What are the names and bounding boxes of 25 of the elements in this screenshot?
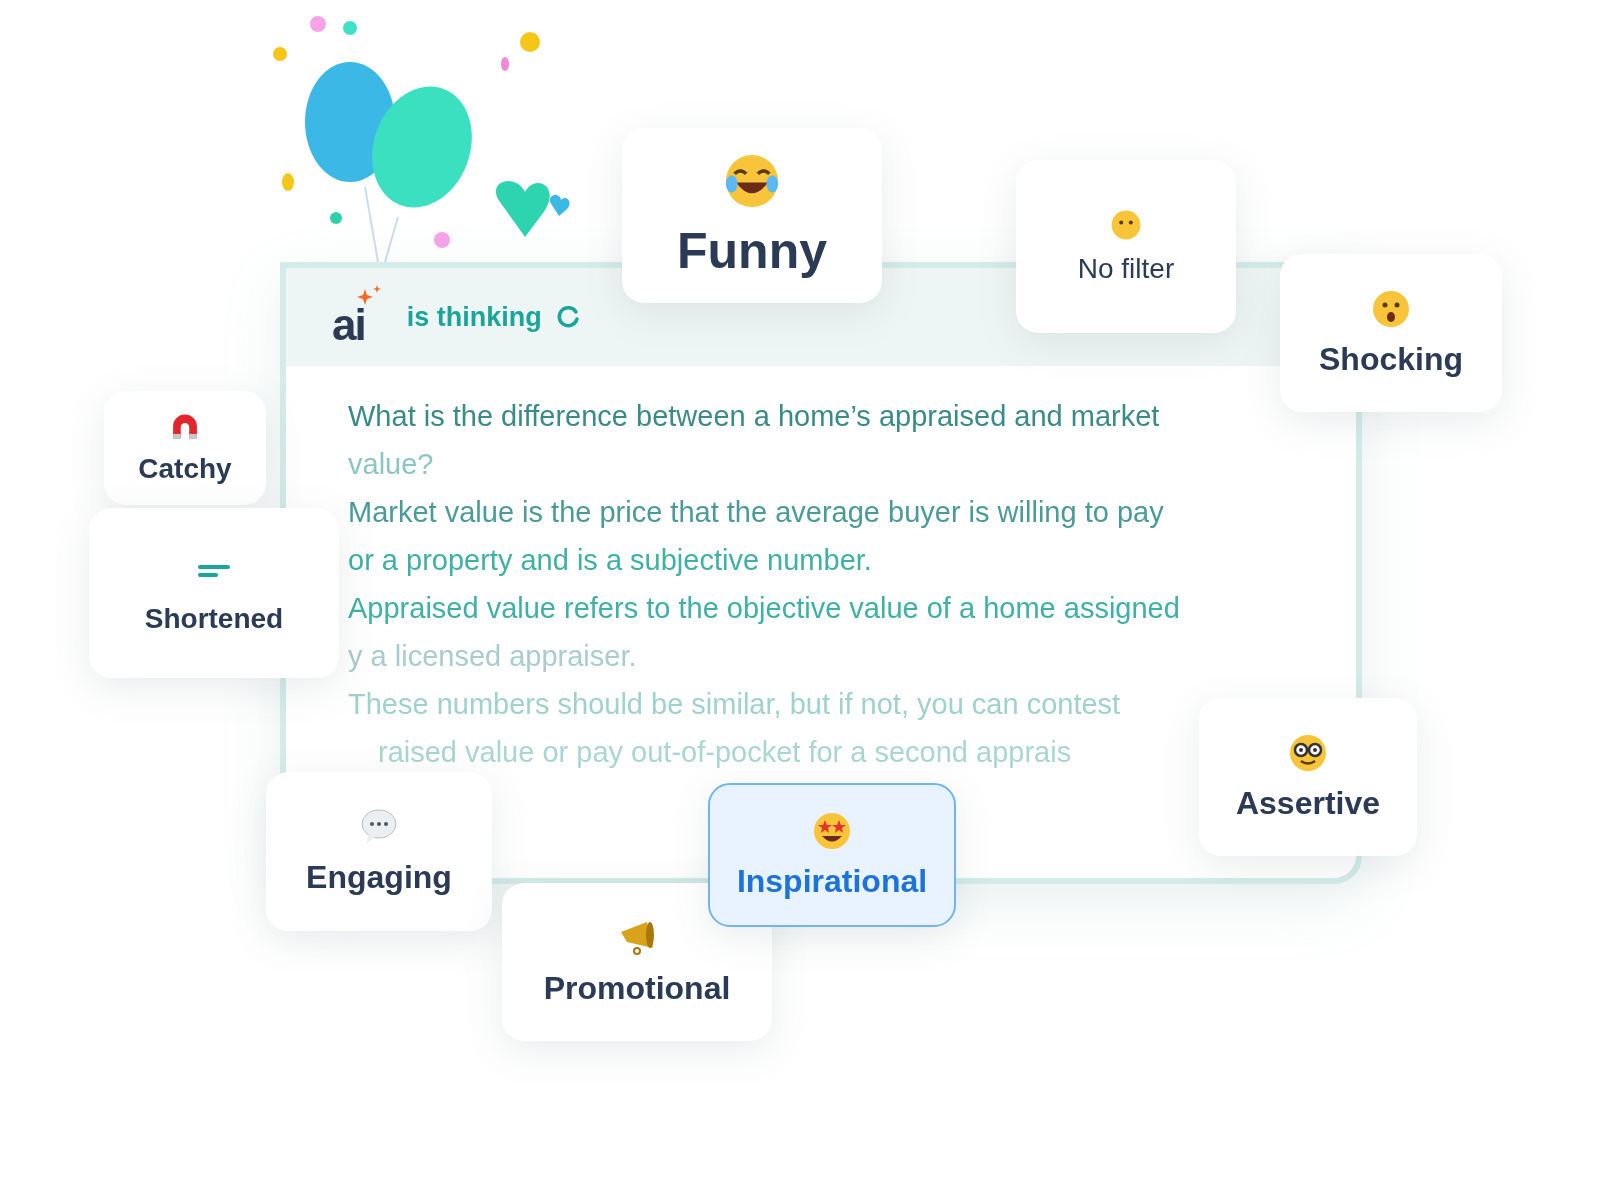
blank-face-icon [1110, 208, 1142, 241]
answer-line: y a licensed appraiser. [348, 639, 637, 674]
tone-option[interactable]: Catchy [104, 391, 266, 505]
sparkle-icon [356, 285, 383, 307]
surprised-face-icon [1371, 288, 1411, 329]
answer-line: or a property and is a subjective number. [348, 543, 872, 578]
speech-bubble-icon [359, 807, 399, 847]
answer-line: value? [348, 447, 434, 482]
answer-line: What is the difference between a home’s appraised and market [348, 399, 1160, 434]
tone-option[interactable]: Funny [622, 128, 882, 303]
tone-option[interactable]: Engaging [266, 772, 492, 931]
spinner-icon [555, 305, 580, 329]
answer-line: Market value is the price that the average buyer is willing to pay [348, 495, 1164, 530]
star-eyes-face-icon [812, 810, 852, 851]
glasses-face-icon [1288, 732, 1328, 773]
status-text: is thinking [406, 301, 542, 333]
answer-line: raised value or pay out-of-pocket for a second apprais [378, 735, 1072, 770]
tone-option[interactable]: No filter [1016, 160, 1236, 333]
answer-line: These numbers should be similar, but if not, you can contest [348, 687, 1121, 722]
tone-option[interactable]: Shortened [89, 508, 339, 678]
tone-option[interactable]: Inspirational [708, 783, 956, 927]
answer-line: Appraised value refers to the objective value of a home assigned [348, 591, 1180, 626]
tone-option[interactable]: Shocking [1280, 254, 1502, 412]
ai-logo: ai [332, 303, 365, 347]
tone-option[interactable]: Assertive [1199, 698, 1417, 856]
